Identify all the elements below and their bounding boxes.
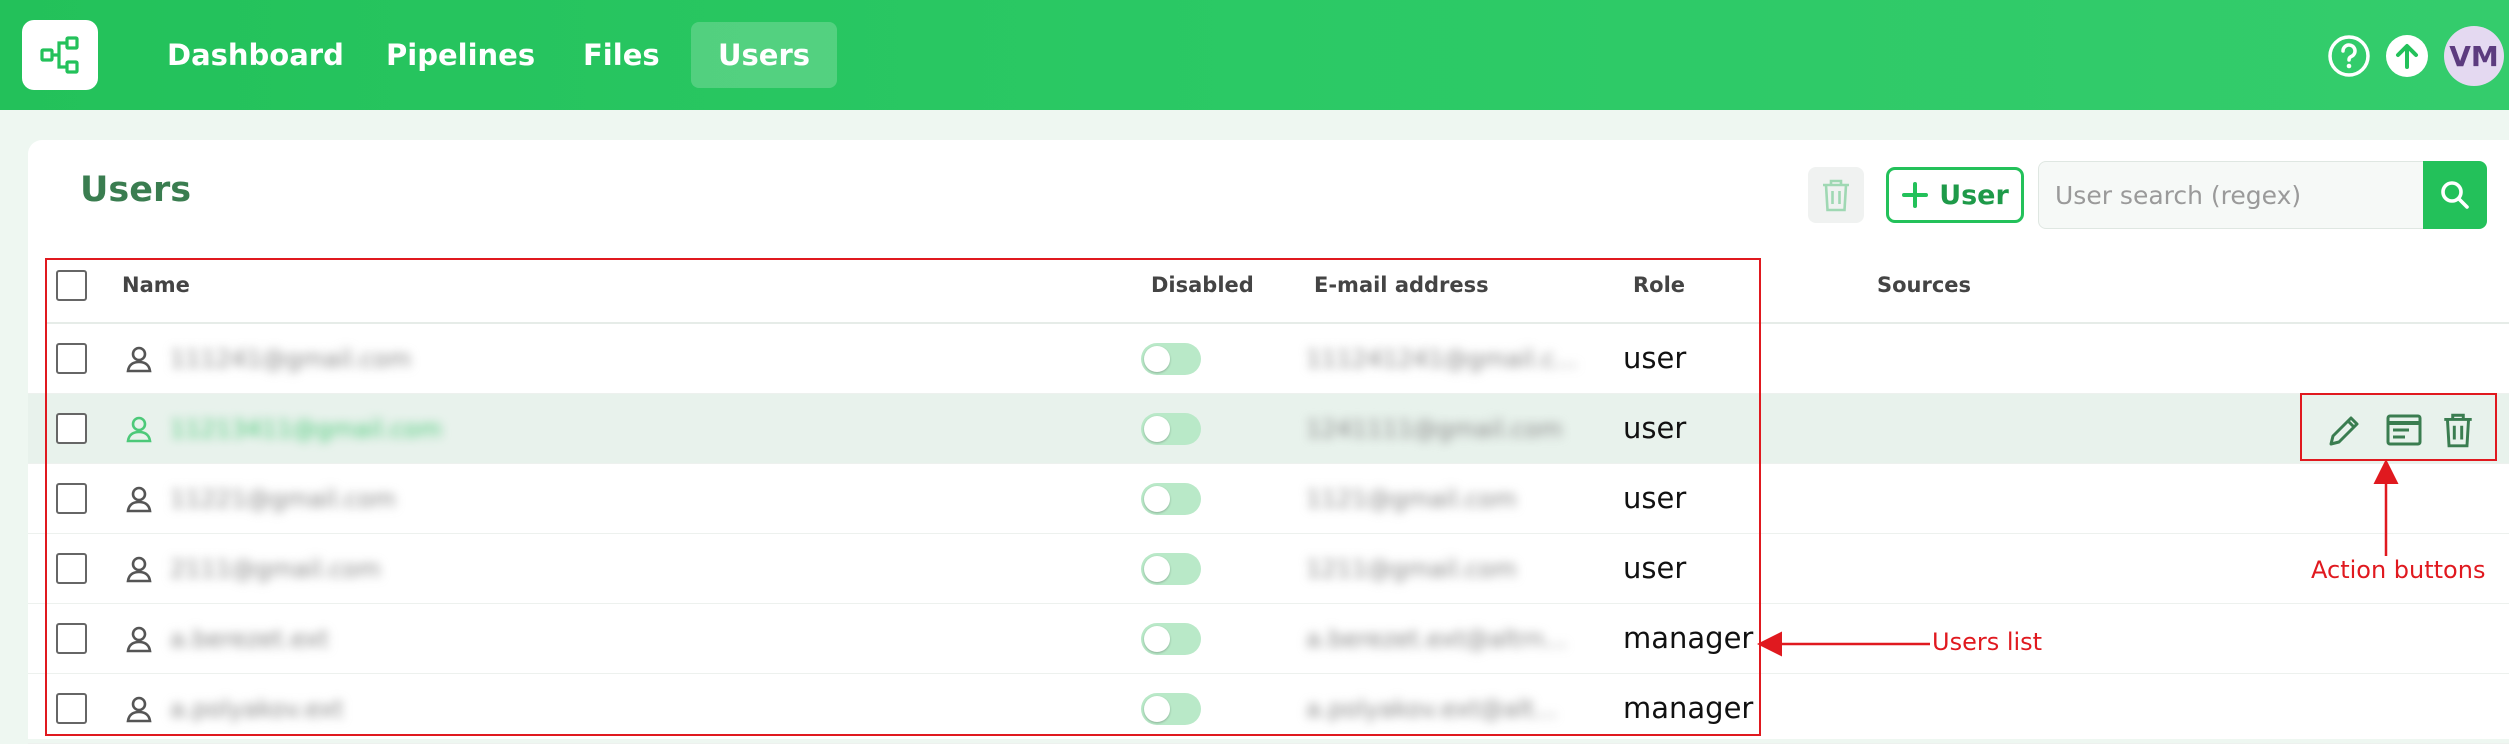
disabled-toggle[interactable] [1141, 343, 1201, 375]
user-email: 1211@gmail.com [1306, 555, 1517, 583]
disabled-toggle[interactable] [1141, 623, 1201, 655]
row-checkbox[interactable] [56, 553, 87, 584]
toggle-knob [1144, 556, 1170, 582]
user-name[interactable]: a.berezet.ext [170, 625, 329, 653]
toggle-knob [1144, 346, 1170, 372]
user-icon [124, 484, 154, 514]
row-checkbox[interactable] [56, 693, 87, 724]
user-role: user [1623, 411, 1687, 445]
row-checkbox[interactable] [56, 343, 87, 374]
users-list-label: Users list [1932, 628, 2043, 656]
disabled-toggle[interactable] [1141, 413, 1201, 445]
toggle-knob [1144, 416, 1170, 442]
user-icon [124, 414, 154, 444]
user-email: 111241241@gmail.c... [1306, 345, 1578, 373]
user-name[interactable]: 2111@gmail.com [170, 555, 381, 583]
toggle-knob [1144, 696, 1170, 722]
user-name[interactable]: 11221@gmail.com [170, 485, 396, 513]
user-role: manager [1623, 621, 1754, 655]
user-email: 1121@gmail.com [1306, 485, 1517, 513]
user-role: manager [1623, 691, 1754, 725]
user-name[interactable]: 11213411@gmail.com [170, 415, 442, 443]
disabled-toggle[interactable] [1141, 553, 1201, 585]
user-icon [124, 554, 154, 584]
disabled-toggle[interactable] [1141, 483, 1201, 515]
action-buttons-label: Action buttons [2311, 556, 2486, 584]
toggle-knob [1144, 626, 1170, 652]
user-email: a.berezet.ext@altrn... [1306, 625, 1568, 653]
disabled-toggle[interactable] [1141, 693, 1201, 725]
user-name[interactable]: 111241@gmail.com [170, 345, 411, 373]
toggle-knob [1144, 486, 1170, 512]
user-icon [124, 344, 154, 374]
row-checkbox[interactable] [56, 483, 87, 514]
user-role: user [1623, 341, 1687, 375]
user-icon [124, 624, 154, 654]
user-email: 1241111@gmail.com [1306, 415, 1563, 443]
user-icon [124, 694, 154, 724]
user-role: user [1623, 551, 1687, 585]
user-role: user [1623, 481, 1687, 515]
user-name[interactable]: a.polyakov.ext [170, 695, 343, 723]
row-checkbox[interactable] [56, 413, 87, 444]
user-email: a.polyakov.ext@alt... [1306, 695, 1558, 723]
row-checkbox[interactable] [56, 623, 87, 654]
